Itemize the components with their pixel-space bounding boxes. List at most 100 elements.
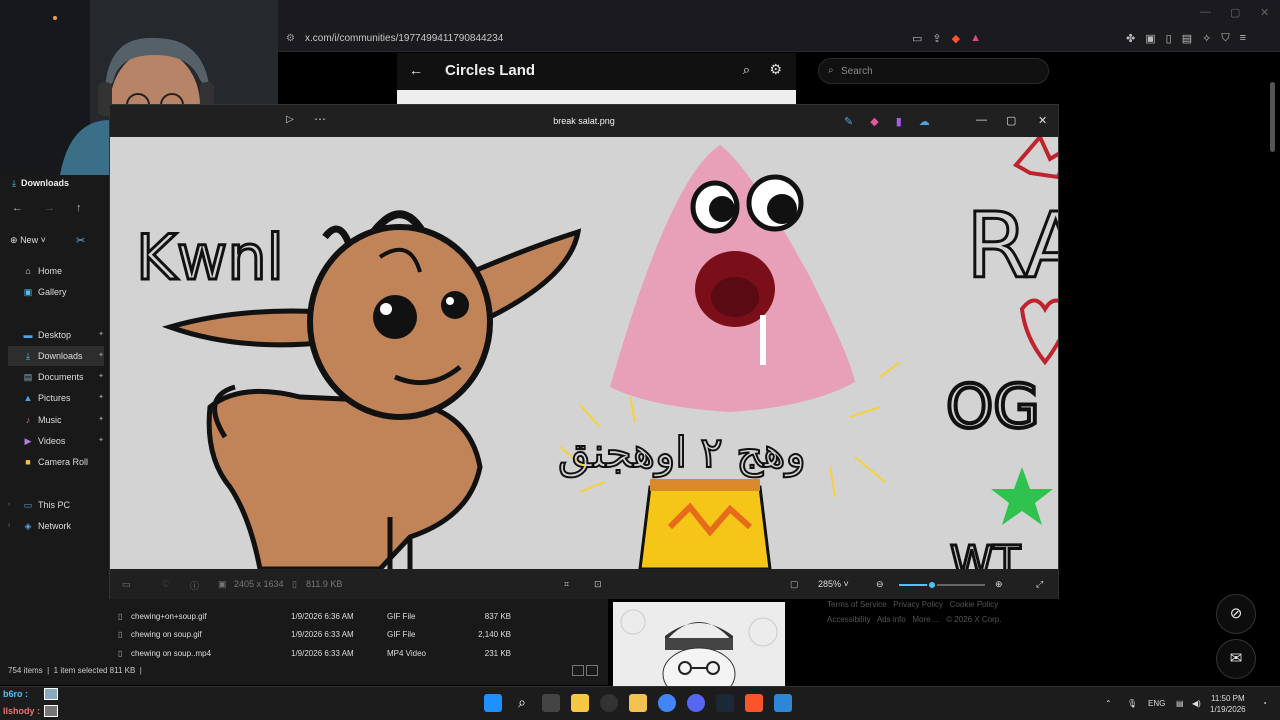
taskbar: b6ro : llshody : ⌕ ⌃ 🎙︎ ENG ▤ ◀) 11:50 P… bbox=[0, 686, 1280, 720]
sidebar-item-gallery[interactable]: ▣ Gallery bbox=[22, 282, 104, 302]
steam-icon[interactable] bbox=[716, 694, 734, 712]
favorite-heart-icon[interactable]: ♡ bbox=[162, 579, 170, 590]
microphone-icon[interactable]: 🎙︎ bbox=[1127, 699, 1137, 708]
sidebar-item-downloads[interactable]: ⤓ Downloads ✦ bbox=[8, 346, 104, 366]
zoom-out-icon[interactable]: ⊖ bbox=[876, 579, 884, 590]
designer-icon[interactable]: ◆ bbox=[870, 115, 878, 128]
page-scrollbar[interactable] bbox=[1270, 82, 1275, 152]
sidebar-item-music[interactable]: ♪ Music ✦ bbox=[22, 410, 104, 430]
fit-to-window-icon[interactable]: ▢ bbox=[790, 579, 799, 590]
file-explorer-icon[interactable] bbox=[629, 694, 647, 712]
clipchamp-icon[interactable]: ▮ bbox=[896, 115, 902, 128]
wallet-icon[interactable]: ▤ bbox=[1182, 32, 1192, 45]
back-icon[interactable]: ← bbox=[12, 202, 23, 214]
zoom-level[interactable]: 285% ˅ bbox=[818, 579, 849, 589]
sidebar-item-desktop[interactable]: ▬ Desktop ✦ bbox=[22, 325, 105, 345]
chrome-icon[interactable] bbox=[658, 694, 676, 712]
footer-link[interactable]: Ads info bbox=[877, 615, 906, 624]
cast-icon[interactable]: ▭ bbox=[912, 32, 922, 45]
fullscreen-icon[interactable]: ⤢ bbox=[1036, 579, 1043, 590]
discord-icon[interactable] bbox=[687, 694, 705, 712]
search-icon[interactable]: ⌕ bbox=[513, 694, 531, 712]
maximize-icon[interactable]: ▢ bbox=[1230, 6, 1240, 19]
expand-chevron-icon[interactable]: › bbox=[8, 522, 10, 529]
new-button[interactable]: ⊕ New ˅ bbox=[10, 235, 46, 246]
wt-text: WT bbox=[950, 537, 1021, 569]
cut-icon[interactable]: ✂ bbox=[76, 234, 85, 247]
music-icon: ♪ bbox=[25, 415, 31, 425]
footer-link[interactable]: Privacy Policy bbox=[893, 600, 943, 609]
info-icon[interactable]: ⓘ bbox=[190, 579, 199, 592]
search-icon[interactable]: ⌕ bbox=[743, 62, 750, 78]
minimize-icon[interactable]: — bbox=[1200, 6, 1211, 18]
sidebar-item-documents[interactable]: ▤ Documents ✦ bbox=[22, 367, 104, 387]
volume-icon[interactable]: ◀) bbox=[1192, 699, 1201, 708]
brave-rewards-icon[interactable]: ▲ bbox=[970, 32, 981, 45]
image-size-icon: ▣ bbox=[218, 579, 227, 589]
search-icon: ⌕ bbox=[828, 65, 834, 76]
maximize-icon[interactable]: ▢ bbox=[1006, 114, 1016, 127]
address-bar[interactable]: ⚙ x.com/i/communities/197749941179084423… bbox=[278, 28, 1280, 52]
vpn-icon[interactable]: ⛉ bbox=[1221, 32, 1229, 45]
tray-chevron-icon[interactable]: ⌃ bbox=[1105, 699, 1112, 708]
file-row[interactable]: ▯ chewing on soup.gif 1/9/2026 6:33 AM G… bbox=[118, 627, 598, 643]
notification-bell-icon[interactable]: ◔ bbox=[1262, 699, 1267, 708]
drawing-image[interactable]: Kwnl وهج ٢ اوهجنق RA OG WT bbox=[110, 137, 1058, 569]
up-icon[interactable]: ↑ bbox=[76, 202, 82, 214]
sidebar-item-this-pc[interactable]: ▭ This PC bbox=[22, 495, 104, 515]
obs-icon[interactable] bbox=[600, 694, 618, 712]
share-icon[interactable]: ⇪ bbox=[932, 32, 941, 45]
leo-icon[interactable]: ✧ bbox=[1202, 32, 1211, 45]
grok-button[interactable]: ⊘ bbox=[1216, 594, 1256, 634]
minimize-icon[interactable]: — bbox=[976, 114, 987, 126]
edit-icon[interactable]: ✎ bbox=[844, 115, 853, 128]
sidebar-item-home[interactable]: ⌂ Home bbox=[22, 261, 104, 281]
view-toggle[interactable] bbox=[572, 665, 600, 679]
filmstrip-icon[interactable]: ▭ bbox=[122, 579, 131, 590]
zoom-slider[interactable] bbox=[899, 580, 985, 590]
file-row[interactable]: ▯ chewing on soup..mp4 1/9/2026 6:33 AM … bbox=[118, 646, 598, 662]
brave-icon[interactable] bbox=[745, 694, 763, 712]
media-icon[interactable]: ▣ bbox=[1145, 32, 1155, 45]
language-indicator[interactable]: ENG bbox=[1148, 699, 1165, 708]
details-view-icon[interactable] bbox=[572, 665, 584, 676]
community-title: Circles Land bbox=[445, 62, 536, 79]
close-icon[interactable]: ✕ bbox=[1038, 114, 1047, 127]
expand-chevron-icon[interactable]: › bbox=[8, 501, 10, 508]
brave-shield-icon[interactable]: ◆ bbox=[952, 32, 960, 45]
back-arrow-icon[interactable]: ← bbox=[409, 62, 423, 78]
onedrive-icon[interactable]: ☁ bbox=[919, 115, 930, 128]
gear-icon[interactable]: ⚙ bbox=[769, 61, 782, 78]
sidebar-item-camera-roll[interactable]: ■ Camera Roll bbox=[22, 452, 104, 472]
clock[interactable]: 11:50 PM 1/19/2026 bbox=[1210, 693, 1246, 715]
text-scan-icon[interactable]: ⊡ bbox=[594, 579, 602, 590]
ra-text: RA bbox=[966, 194, 1058, 299]
sidebar-item-network[interactable]: ◈ Network bbox=[22, 516, 104, 536]
store-icon[interactable] bbox=[571, 694, 589, 712]
messages-button[interactable]: ✉ bbox=[1216, 639, 1256, 679]
site-settings-icon[interactable]: ⚙ bbox=[286, 33, 295, 44]
search-input[interactable]: ⌕ Search bbox=[818, 58, 1049, 84]
photos-icon[interactable] bbox=[774, 694, 792, 712]
forward-icon[interactable]: → bbox=[44, 202, 55, 214]
footer-link[interactable]: Terms of Service bbox=[827, 600, 887, 609]
url-text[interactable]: x.com/i/communities/1977499411790844234 bbox=[305, 33, 503, 44]
network-icon[interactable]: ▤ bbox=[1176, 699, 1184, 708]
footer-link[interactable]: Cookie Policy bbox=[950, 600, 998, 609]
post-image-thumbnail[interactable] bbox=[613, 602, 785, 688]
sidebar-item-videos[interactable]: ▶ Videos ✦ bbox=[22, 431, 104, 451]
sidebar-item-pictures[interactable]: ▲ Pictures ✦ bbox=[22, 388, 104, 408]
footer-link[interactable]: Accessibility bbox=[827, 615, 871, 624]
zoom-in-icon[interactable]: ⊕ bbox=[995, 579, 1003, 590]
start-icon[interactable] bbox=[484, 694, 502, 712]
close-icon[interactable]: ✕ bbox=[1260, 6, 1269, 19]
extensions-icon[interactable]: ✤ bbox=[1126, 32, 1135, 45]
menu-icon[interactable]: ≡ bbox=[1240, 32, 1246, 45]
task-view-icon[interactable] bbox=[542, 694, 560, 712]
sidebar-icon[interactable]: ▯ bbox=[1166, 32, 1172, 45]
zoom-slider-knob[interactable] bbox=[926, 580, 937, 590]
crop-icon[interactable]: ⌗ bbox=[564, 579, 569, 590]
file-row[interactable]: ▯ chewing+on+soup.gif 1/9/2026 6:36 AM G… bbox=[118, 609, 598, 625]
footer-link[interactable]: More ... bbox=[912, 615, 939, 624]
tiles-view-icon[interactable] bbox=[586, 665, 598, 676]
